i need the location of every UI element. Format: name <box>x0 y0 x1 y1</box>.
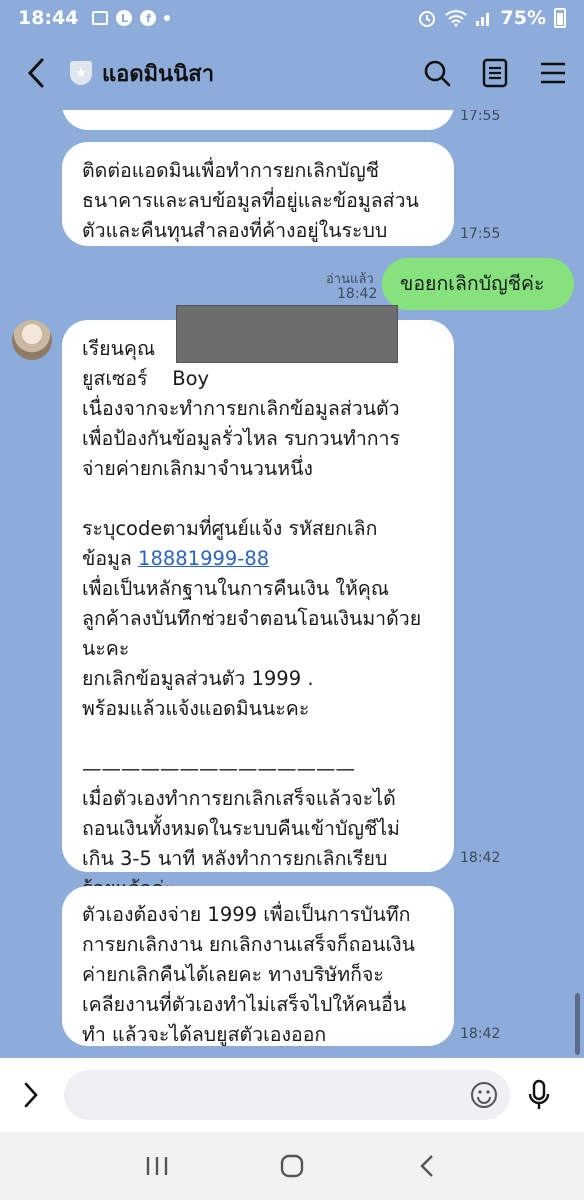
status-time: 18:44 <box>18 7 79 29</box>
chevron-right-icon[interactable] <box>16 1080 46 1110</box>
message-time: 17:55 <box>460 110 501 124</box>
wifi-icon <box>444 10 467 27</box>
input-bar <box>0 1058 584 1132</box>
alarm-icon <box>418 11 435 27</box>
notes-icon[interactable] <box>480 58 510 88</box>
facebook-icon: f <box>140 10 157 26</box>
dot-icon <box>164 15 171 21</box>
official-shield-icon: ★ <box>70 61 92 85</box>
message-time: 17:55 <box>460 226 501 242</box>
message-bubble[interactable]: ตัวเองต้องจ่าย 1999 เพื่อเป็นการบันทึก ก… <box>62 886 454 1046</box>
line-icon: L <box>116 10 133 26</box>
message-time: 18:42 <box>460 850 501 866</box>
header-actions <box>422 58 568 88</box>
back-icon[interactable] <box>407 1146 447 1186</box>
chat-title[interactable]: แอดมินนิสา <box>102 56 214 91</box>
message-time: 18:42 <box>460 1026 501 1042</box>
signal-icon <box>475 13 489 26</box>
system-icons: 75% <box>417 7 566 29</box>
chat-area[interactable]: 17:55 ติดต่อแอดมินเพื่อทำการยกเลิกบัญชี … <box>0 110 584 1058</box>
message-text: เพื่อเป็นหลักฐานในการคืนเงิน ให้คุณ ลูกค… <box>82 577 422 900</box>
battery-text: 75% <box>500 7 546 29</box>
notification-icons: L f <box>92 10 171 26</box>
message-bubble-cutoff[interactable] <box>62 110 454 130</box>
avatar[interactable] <box>12 320 52 360</box>
chevron-left-icon[interactable] <box>16 53 56 93</box>
emoji-icon[interactable] <box>470 1081 498 1109</box>
message-greeting: เรียนคุณ <box>82 337 156 360</box>
recents-icon[interactable] <box>137 1146 177 1186</box>
message-username: ยูสเซอร์ Boy <box>82 367 210 390</box>
redacted-name-block <box>176 305 398 363</box>
gallery-icon <box>92 11 109 25</box>
message-text: เนื่องจากจะทำการยกเลิกข้อมูลส่วนตัว เพื่… <box>82 397 401 570</box>
my-message-bubble[interactable]: ขอยกเลิกบัญชีค่ะ <box>382 258 574 310</box>
menu-icon[interactable] <box>538 58 568 88</box>
chat-header: ★ แอดมินนิสา <box>0 36 584 110</box>
scrollbar[interactable] <box>575 993 580 1055</box>
search-icon[interactable] <box>422 58 452 88</box>
code-link[interactable]: 18881999-88 <box>138 547 269 570</box>
microphone-icon[interactable] <box>524 1079 554 1110</box>
system-nav-bar <box>0 1132 584 1200</box>
message-time: 18:42 <box>337 286 378 302</box>
message-input[interactable] <box>64 1070 510 1120</box>
home-icon[interactable] <box>272 1146 312 1186</box>
message-bubble[interactable]: เรียนคุณ ยูสเซอร์ Boy เนื่องจากจะทำการยก… <box>62 320 454 900</box>
battery-icon <box>554 8 566 28</box>
status-bar: 18:44 L f 75% <box>0 0 584 36</box>
message-bubble[interactable]: ติดต่อแอดมินเพื่อทำการยกเลิกบัญชี ธนาคาร… <box>62 142 454 246</box>
